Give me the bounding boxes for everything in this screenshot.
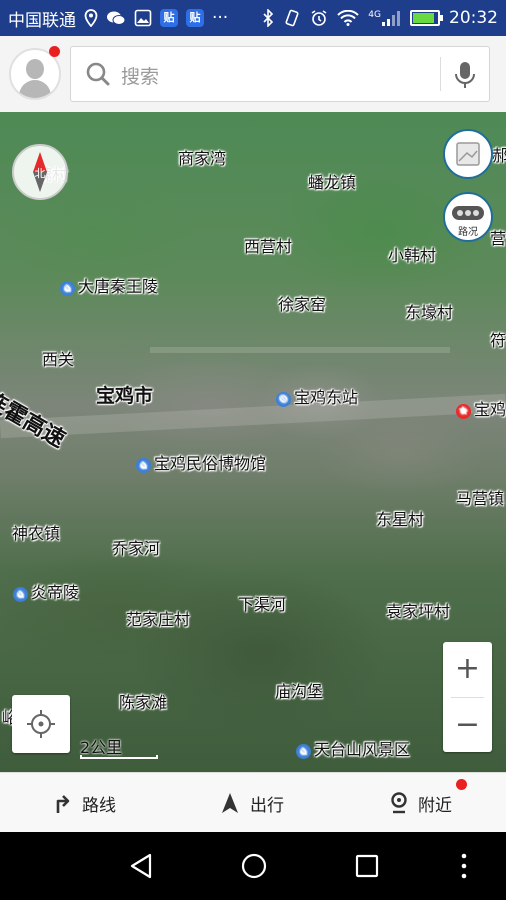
- zoom-control: + −: [443, 642, 492, 752]
- compass-label: 北: [35, 167, 46, 180]
- route-icon: [56, 795, 70, 813]
- search-icon: [86, 62, 110, 86]
- place-label[interactable]: 下渠河: [238, 591, 286, 615]
- carrier-label: 中国联通: [8, 10, 76, 31]
- road: [150, 347, 450, 353]
- place-label[interactable]: 商家湾: [178, 145, 226, 169]
- place-label[interactable]: 符: [490, 327, 506, 351]
- map-layer-button[interactable]: [443, 129, 493, 179]
- zoom-out-button[interactable]: −: [443, 698, 492, 752]
- bottom-navigation: 路线 出行 附近: [0, 772, 506, 832]
- status-bar: 中国联通 贴 贴 ··· 4G 20:32: [0, 0, 506, 36]
- microphone-icon[interactable]: [454, 60, 476, 90]
- travel-button[interactable]: 出行: [220, 773, 284, 833]
- battery-icon: [410, 10, 443, 26]
- place-label[interactable]: 乔家河: [112, 535, 160, 559]
- wifi-icon: [337, 10, 360, 26]
- gallery-icon: [134, 9, 152, 27]
- river-valley: [0, 393, 506, 439]
- place-label[interactable]: 西营村: [244, 233, 292, 257]
- poi-label[interactable]: ⌂ 大唐秦王陵: [60, 273, 158, 297]
- nearby-pin-icon: [391, 792, 407, 814]
- tieba-icon: 贴: [160, 9, 178, 27]
- place-label[interactable]: 袁家坪村: [386, 598, 450, 622]
- navigation-arrow-icon: [222, 793, 238, 813]
- network-type: 4G: [368, 10, 381, 20]
- home-icon[interactable]: [240, 852, 268, 880]
- back-icon[interactable]: [128, 852, 154, 880]
- poi-label[interactable]: ⌂ 天台山风景区: [296, 736, 410, 760]
- place-label[interactable]: 蟠龙镇: [308, 169, 356, 193]
- traffic-label: 路况: [458, 227, 478, 238]
- nearby-notification-dot: [456, 779, 467, 790]
- place-label[interactable]: 东壕村: [405, 299, 453, 323]
- tieba-icon-2: 贴: [186, 9, 204, 27]
- recent-apps-icon[interactable]: [354, 852, 380, 880]
- nearby-label: 附近: [418, 795, 452, 816]
- vibrate-icon: [285, 9, 299, 27]
- place-label[interactable]: 陈家滩: [119, 689, 167, 713]
- poi-label[interactable]: ⌂ 炎帝陵: [13, 579, 79, 603]
- compass-button[interactable]: 北: [12, 144, 68, 200]
- menu-overflow-icon[interactable]: [458, 852, 470, 880]
- place-label[interactable]: 东星村: [376, 506, 424, 530]
- bluetooth-icon: [263, 9, 274, 27]
- station-icon: ⊙: [276, 392, 291, 407]
- poi-label[interactable]: ⌂ 宝鸡民俗博物馆: [136, 450, 266, 474]
- museum-icon: ⌂: [136, 458, 151, 473]
- more-notifications-icon: ···: [212, 8, 229, 28]
- system-navigation-bar: [0, 832, 506, 900]
- search-divider: [440, 57, 441, 91]
- location-icon: [84, 9, 98, 27]
- place-label[interactable]: 马营镇: [456, 485, 504, 509]
- museum-icon: ⌂: [296, 744, 311, 759]
- poi-label[interactable]: ⊙ 宝鸡东站: [276, 384, 358, 408]
- search-placeholder: 搜索: [121, 66, 160, 88]
- alarm-icon: [311, 10, 327, 26]
- search-input[interactable]: 搜索: [70, 46, 490, 102]
- scale-line: [80, 755, 158, 759]
- place-label[interactable]: 西关: [42, 346, 74, 370]
- clock: 20:32: [449, 8, 498, 28]
- place-label[interactable]: 郝: [492, 142, 506, 166]
- poi-label[interactable]: ★ 宝鸡: [456, 396, 506, 420]
- zoom-in-button[interactable]: +: [443, 642, 492, 696]
- traffic-button[interactable]: 路况: [443, 192, 493, 242]
- star-icon: ★: [456, 404, 471, 419]
- compass-icon: 北: [33, 152, 47, 192]
- museum-icon: ⌂: [13, 587, 28, 602]
- route-label: 路线: [82, 795, 116, 816]
- notification-dot: [49, 46, 60, 57]
- museum-icon: ⌂: [60, 281, 75, 296]
- layers-icon: [456, 142, 480, 166]
- route-button[interactable]: 路线: [52, 773, 116, 833]
- traffic-icon: [452, 206, 484, 220]
- scale-bar: 2公里: [80, 734, 158, 759]
- nearby-button[interactable]: 附近: [390, 773, 452, 833]
- place-label[interactable]: 徐家窑: [278, 291, 326, 315]
- locate-button[interactable]: [12, 695, 70, 753]
- satellite-map[interactable]: 魏村 商家湾 蟠龙镇 西营村 小韩村 ⌂大唐秦王陵 徐家窑 东壕村 符 西关 宝…: [0, 112, 506, 772]
- city-label[interactable]: 宝鸡市: [96, 381, 153, 408]
- travel-label: 出行: [250, 795, 284, 816]
- place-label[interactable]: 庙沟堡: [275, 678, 323, 702]
- search-header: 搜索: [0, 36, 506, 112]
- signal-icon: [382, 11, 400, 26]
- place-label[interactable]: 营: [490, 225, 506, 249]
- locate-icon: [27, 710, 55, 738]
- place-label[interactable]: 范家庄村: [126, 606, 190, 630]
- place-label[interactable]: 小韩村: [388, 242, 436, 266]
- wechat-icon: [107, 11, 126, 25]
- place-label[interactable]: 神农镇: [12, 520, 60, 544]
